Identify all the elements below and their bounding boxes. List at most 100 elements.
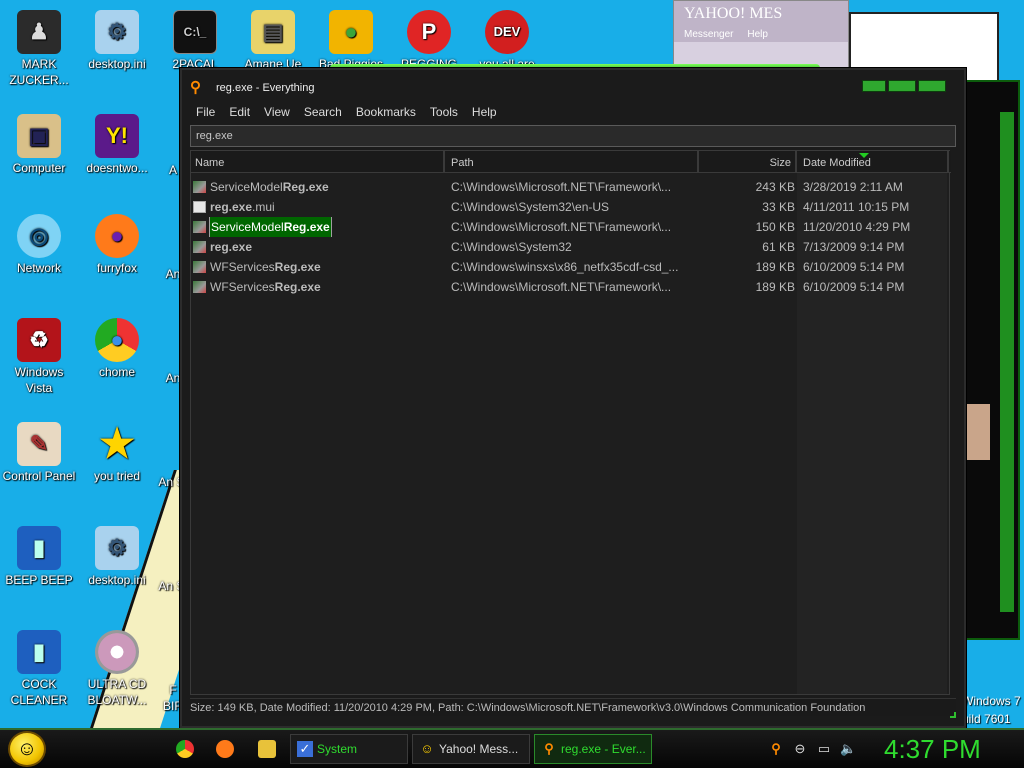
yahoo-messenger-menu[interactable]: Messenger — [684, 29, 733, 40]
smiley-icon: ☺ — [16, 737, 38, 760]
everything-window[interactable]: ⚲ reg.exe - Everything File Edit View Se… — [180, 68, 966, 728]
resize-grip[interactable] — [950, 712, 956, 718]
table-row[interactable]: ServiceModelReg.exe C:\Windows\Microsoft.… — [191, 177, 951, 197]
menu-file[interactable]: File — [190, 104, 223, 120]
column-header-size[interactable]: Size — [701, 151, 797, 173]
blue-app-icon: ▮ — [17, 526, 61, 570]
file-name: WFServicesReg.exe — [210, 260, 321, 274]
file-size: 243 KB — [755, 180, 795, 194]
blue-app-icon: ▮ — [17, 630, 61, 674]
firefox-quicklaunch-icon[interactable] — [216, 740, 234, 758]
p-app-icon: P — [407, 10, 451, 54]
cmd-icon: C:\_ — [173, 10, 217, 54]
desktop-icon-devcpp[interactable]: DEV you all are — [468, 10, 546, 72]
table-row[interactable]: ServiceModelReg.exe C:\Windows\Microsoft.… — [191, 217, 951, 237]
menu-bookmarks[interactable]: Bookmarks — [350, 104, 424, 120]
network-tray-icon[interactable]: ▭ — [816, 741, 832, 757]
search-input[interactable] — [190, 125, 956, 147]
file-name-cell: WFServicesReg.exe — [193, 277, 443, 297]
piggy-icon: ● — [329, 10, 373, 54]
reg-icon — [193, 261, 206, 273]
everything-tray-icon[interactable]: ⚲ — [768, 741, 784, 757]
system-icon: ✓ — [297, 741, 313, 757]
file-name: ServiceModelReg.exe — [209, 217, 332, 237]
cd-icon — [95, 630, 139, 674]
desktop-icon-bad-piggies[interactable]: ● Bad Piggies — [312, 10, 390, 72]
menu-edit[interactable]: Edit — [223, 104, 258, 120]
table-row[interactable]: WFServicesReg.exe C:\Windows\winsxs\x86_n… — [191, 257, 951, 277]
clock[interactable]: 4:37 PM — [884, 734, 994, 764]
background-window-right[interactable] — [960, 80, 1020, 640]
window-controls — [862, 80, 946, 92]
yahoo-messenger-window[interactable]: YAHOO! MES Messenger Help — [673, 0, 849, 70]
taskbar-system[interactable]: ✓ System — [290, 734, 408, 764]
file-path: C:\Windows\System32\en-US — [451, 200, 610, 214]
messenger-tray-icon[interactable]: ⊖ — [792, 741, 808, 757]
recycle-bin-icon: ♻ — [17, 318, 61, 362]
yahoo-icon: Y! — [95, 114, 139, 158]
table-row[interactable]: WFServicesReg.exe C:\Windows\Microsoft.NE… — [191, 277, 951, 297]
reg-icon — [193, 221, 206, 233]
desktop-icon-you-tried[interactable]: ★ you tried — [78, 422, 156, 484]
desktop-icon-control-panel[interactable]: ✎ Control Panel — [0, 422, 78, 484]
file-name: reg.exe.mui — [210, 200, 275, 214]
file-date: 7/13/2009 9:14 PM — [803, 240, 905, 254]
desktop-icon-computer[interactable]: ▣ Computer — [0, 114, 78, 176]
taskbar-yahoo[interactable]: ☺ Yahoo! Mess... — [412, 734, 530, 764]
menu-help[interactable]: Help — [466, 104, 505, 120]
file-date: 11/20/2010 4:29 PM — [803, 220, 911, 234]
menu-view[interactable]: View — [258, 104, 298, 120]
file-name-cell: ServiceModelReg.exe — [193, 177, 443, 197]
desktop-icon-chrome[interactable]: ● chome — [78, 318, 156, 380]
sort-descending-icon — [859, 153, 869, 158]
volume-icon[interactable]: 🔈 — [840, 741, 856, 757]
file-size: 189 KB — [755, 280, 795, 294]
file-name-cell: WFServicesReg.exe — [193, 257, 443, 277]
yahoo-window-title: YAHOO! MES — [674, 1, 848, 27]
file-name: WFServicesReg.exe — [210, 280, 321, 294]
table-row[interactable]: reg.exe C:\Windows\System32 61 KB 7/13/2009… — [191, 237, 951, 257]
close-button[interactable] — [918, 80, 946, 92]
file-path: C:\Windows\System32 — [451, 240, 572, 254]
file-date: 6/10/2009 5:14 PM — [803, 260, 905, 274]
menu-bar: File Edit View Search Bookmarks Tools He… — [190, 104, 505, 120]
results-list[interactable]: Name Path Size Date Modified ServiceMode… — [190, 150, 951, 695]
desktop-icon-mark[interactable]: ♟ MARK ZUCKER... — [0, 10, 78, 88]
desktop-icon-beep[interactable]: ▮ BEEP BEEP — [0, 526, 78, 588]
firefox-icon: ● — [95, 214, 139, 258]
file-name: ServiceModelReg.exe — [210, 180, 329, 194]
start-button[interactable]: ☺ — [8, 731, 46, 767]
table-row[interactable]: reg.exe.mui C:\Windows\System32\en-US 33 K… — [191, 197, 951, 217]
background-scrollbar[interactable] — [1000, 112, 1014, 612]
chrome-quicklaunch-icon[interactable] — [176, 740, 194, 758]
column-header-date[interactable]: Date Modified — [799, 151, 949, 173]
desktop-icon-recycle[interactable]: ♻ Windows Vista — [0, 318, 78, 396]
file-path: C:\Windows\Microsoft.NET\Framework\... — [451, 180, 672, 194]
column-header-path[interactable]: Path — [447, 151, 699, 173]
desktop-icon-network[interactable]: ◎ Network — [0, 214, 78, 276]
folder-quicklaunch-icon[interactable] — [258, 740, 276, 758]
desktop-icon-desktop-ini[interactable]: ⚙ desktop.ini — [78, 10, 156, 72]
desktop-icon-desktop-ini-2[interactable]: ⚙ desktop.ini — [78, 526, 156, 588]
status-bar: Size: 149 KB, Date Modified: 11/20/2010 … — [190, 698, 956, 718]
maximize-button[interactable] — [888, 80, 916, 92]
background-photo — [964, 404, 990, 460]
file-name-cell: reg.exe — [193, 237, 443, 257]
column-header-name[interactable]: Name — [191, 151, 445, 173]
desktop-icon-firefox[interactable]: ● furryfox — [78, 214, 156, 276]
folder-icon: ▤ — [251, 10, 295, 54]
menu-tools[interactable]: Tools — [424, 104, 466, 120]
title-bar[interactable]: ⚲ reg.exe - Everything — [182, 70, 964, 106]
minimize-button[interactable] — [862, 80, 886, 92]
desktop-icon-pegging[interactable]: P PEGGING — [390, 10, 468, 72]
desktop-icon-ultra-cd[interactable]: ULTRA CD BLOATW... — [78, 630, 156, 708]
menu-search[interactable]: Search — [298, 104, 350, 120]
yahoo-help-menu[interactable]: Help — [747, 29, 768, 40]
os-version-text: Windows 7 uild 7601 — [962, 694, 1021, 726]
taskbar-everything[interactable]: ⚲ reg.exe - Ever... — [534, 734, 652, 764]
desktop-icon-yahoo[interactable]: Y! doesntwo... — [78, 114, 156, 176]
person-icon: ♟ — [17, 10, 61, 54]
desktop-icon-2pacal[interactable]: C:\_ 2PACAL — [156, 10, 234, 72]
desktop-icon-amane[interactable]: ▤ Amane Ue — [234, 10, 312, 72]
desktop-icon-cleaner[interactable]: ▮ COCK CLEANER — [0, 630, 78, 708]
